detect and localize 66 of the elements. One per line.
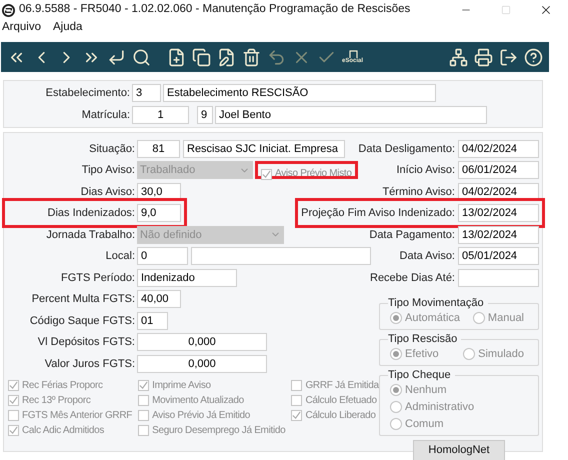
maximize-icon [501, 5, 511, 15]
date-field[interactable]: 06/01/2024 [458, 161, 539, 180]
exit-icon [499, 48, 518, 66]
text-field[interactable]: Joel Bento [215, 106, 487, 124]
field-label: FGTS Período: [61, 270, 135, 286]
edit-file-icon [217, 48, 236, 66]
check-icon [292, 411, 302, 420]
text-field[interactable]: 0,000 [137, 333, 267, 352]
group-title: Tipo Movimentação [388, 296, 488, 310]
window-title: 06.9.5588 - FR5040 - 1.02.02.060 - Manutenção Programação de Rescisões [19, 2, 410, 18]
date-field[interactable]: 05/01/2024 [458, 247, 539, 266]
app-logo-icon [2, 4, 15, 16]
group-title: Tipo Cheque [388, 368, 455, 382]
date-field[interactable] [458, 268, 539, 287]
text-field[interactable]: 0 [137, 247, 188, 266]
text-field[interactable]: Estabelecimento RESCISÃO [163, 84, 436, 102]
group-title: Tipo Rescisão [388, 332, 462, 346]
text-field[interactable]: 9 [197, 106, 213, 124]
undo-icon [267, 48, 286, 66]
date-field[interactable]: 13/02/2024 [458, 226, 539, 244]
text-field[interactable]: 1 [132, 106, 189, 124]
field-label: Local: [106, 249, 135, 264]
enter-icon [107, 48, 126, 66]
field-label: Data Desligamento: [358, 142, 456, 156]
text-field[interactable]: 81 [137, 140, 180, 158]
check-icon [9, 426, 18, 435]
field-label: Percent Multa FGTS: [32, 292, 135, 307]
field-label: Início Aviso: [396, 163, 456, 178]
field-label: Dias Aviso: [80, 184, 135, 200]
field-label: Projeção Fim Aviso Indenizado: [301, 206, 456, 221]
date-field[interactable]: 13/02/2024 [458, 204, 539, 222]
text-field[interactable]: 9,0 [137, 204, 181, 222]
field-label: Jornada Trabalho: [46, 228, 135, 242]
field-label: Código Saque FGTS: [30, 314, 135, 328]
field-label: Data Pagamento: [369, 228, 456, 242]
text-field[interactable]: Indenizado [137, 268, 237, 287]
text-field[interactable]: 40,00 [137, 290, 181, 308]
search-icon [132, 48, 151, 66]
text-field[interactable]: 3 [132, 84, 161, 102]
copy-icon [192, 48, 211, 66]
field-label: Término Aviso: [382, 184, 456, 200]
field-label: Matrícula: [80, 108, 131, 123]
field-label: Data Aviso: [400, 249, 456, 264]
text-field[interactable] [191, 247, 371, 266]
date-field[interactable]: 04/02/2024 [458, 140, 539, 158]
check-icon [139, 381, 148, 390]
text-field[interactable]: Rescisao SJC Iniciat. Empresa [183, 140, 345, 158]
hierarchy-icon [449, 48, 468, 66]
menu-item[interactable]: Arquivo [2, 19, 41, 37]
field-label: Vl Depósitos FGTS: [38, 335, 135, 350]
field-label: Estabelecimento: [44, 86, 131, 101]
field-label: Valor Juros FGTS: [44, 356, 135, 372]
delete-icon [242, 48, 261, 66]
field-label: Situação: [89, 142, 135, 156]
check-icon [262, 170, 271, 179]
field-label: Dias Indenizados: [48, 206, 135, 221]
help-icon [524, 48, 543, 66]
field-label: Tipo Aviso: [82, 163, 135, 178]
text-field[interactable]: 01 [137, 312, 168, 330]
field-label: Recebe Dias Até: [370, 270, 456, 286]
menu-item[interactable]: Ajuda [53, 19, 82, 37]
text-field[interactable]: 0,000 [137, 354, 267, 373]
print-icon [474, 48, 493, 66]
homolognet-button[interactable]: HomologNet [413, 440, 505, 460]
new-file-icon [167, 48, 186, 66]
document-icon [346, 50, 358, 58]
